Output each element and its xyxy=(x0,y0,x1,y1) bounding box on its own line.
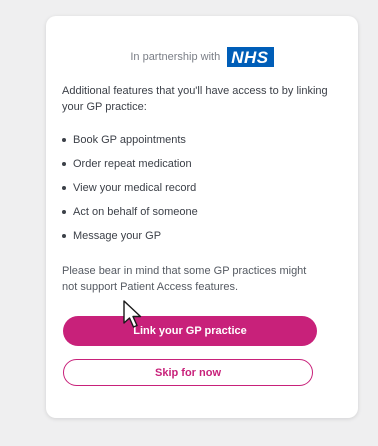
feature-item: Order repeat medication xyxy=(62,157,198,181)
arrow-pointer-icon xyxy=(123,300,142,328)
bullet-icon xyxy=(62,234,66,238)
feature-item: View your medical record xyxy=(62,181,198,205)
feature-label: Order repeat medication xyxy=(73,158,192,170)
partnership-header: In partnership with NHS xyxy=(46,47,358,67)
feature-label: Book GP appointments xyxy=(73,134,186,146)
feature-item: Act on behalf of someone xyxy=(62,205,198,229)
screen: In partnership with NHS Additional featu… xyxy=(0,0,378,446)
bullet-icon xyxy=(62,162,66,166)
bullet-icon xyxy=(62,138,66,142)
skip-for-now-button[interactable]: Skip for now xyxy=(63,359,313,386)
link-gp-practice-button[interactable]: Link your GP practice xyxy=(63,316,317,346)
feature-label: Act on behalf of someone xyxy=(73,206,198,218)
nhs-logo: NHS xyxy=(227,47,274,67)
feature-item: Book GP appointments xyxy=(62,133,198,157)
partnership-text: In partnership with xyxy=(130,51,221,63)
feature-label: View your medical record xyxy=(73,182,197,194)
bullet-icon xyxy=(62,210,66,214)
feature-list: Book GP appointments Order repeat medica… xyxy=(62,133,198,253)
intro-text: Additional features that you'll have acc… xyxy=(62,85,328,113)
feature-item: Message your GP xyxy=(62,229,198,253)
link-gp-card: In partnership with NHS Additional featu… xyxy=(46,16,358,418)
bullet-icon xyxy=(62,186,66,190)
support-note: Please bear in mind that some GP practic… xyxy=(62,265,307,293)
feature-label: Message your GP xyxy=(73,230,162,242)
